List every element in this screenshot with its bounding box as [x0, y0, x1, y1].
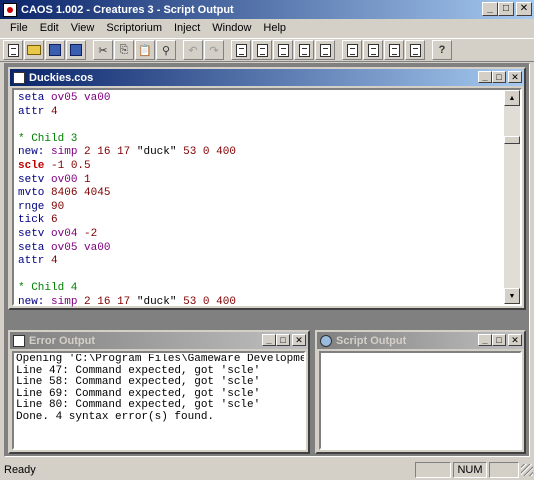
save-all-icon[interactable] [66, 40, 86, 60]
error-maximize-button[interactable]: □ [276, 334, 290, 346]
script-output-text-area[interactable] [319, 351, 522, 450]
code-line: mvto 8406 4045 [18, 187, 111, 200]
doc-tool-4-icon[interactable] [405, 40, 425, 60]
resize-grip[interactable] [521, 464, 533, 476]
script-output-title-bar[interactable]: Script Output _ □ ✕ [317, 332, 524, 349]
editor-window[interactable]: Duckies.cos _ □ ✕ seta ov05 va00 attr 4 *… [7, 66, 527, 311]
status-message: Ready [4, 464, 36, 476]
app-title: CAOS 1.002 - Creatures 3 - Script Output [21, 3, 234, 16]
copy-icon[interactable]: ⎘ [114, 40, 134, 60]
script-tool-3-icon[interactable] [273, 40, 293, 60]
doc-tool-3-icon[interactable] [384, 40, 404, 60]
menu-scriptorium[interactable]: Scriptorium [100, 22, 168, 34]
undo-icon[interactable]: ↶ [183, 40, 203, 60]
editor-title: Duckies.cos [29, 71, 94, 84]
open-folder-icon[interactable] [24, 40, 44, 60]
editor-maximize-button[interactable]: □ [492, 71, 506, 83]
code-line: seta ov05 va00 [18, 241, 111, 254]
status-bar: Ready NUM [0, 460, 534, 480]
scroll-down-icon[interactable]: ▼ [504, 288, 520, 304]
error-line: Opening 'C:\Program Files\Gameware Devel… [16, 354, 304, 365]
document-icon [13, 71, 25, 84]
app-title-bar: CAOS 1.002 - Creatures 3 - Script Output… [0, 0, 534, 19]
code-text[interactable]: seta ov05 va00 attr 4 * Child 3 new: simp … [18, 92, 504, 310]
doc-tool-1-icon[interactable] [342, 40, 362, 60]
script-close-button[interactable]: ✕ [508, 334, 522, 346]
doc-tool-2-icon[interactable] [363, 40, 383, 60]
code-line: new: simp 2 16 17 "duck" 53 0 400 [18, 295, 236, 308]
paste-icon[interactable]: 📋 [135, 40, 155, 60]
code-line: tick 6 [18, 214, 58, 227]
editor-minimize-button[interactable]: _ [478, 71, 492, 83]
status-panel-3 [489, 462, 519, 478]
error-output-window[interactable]: Error Output _ □ ✕ Opening 'C:\Program F… [7, 329, 311, 455]
code-line: rnge 90 [18, 200, 65, 213]
error-close-button[interactable]: ✕ [292, 334, 306, 346]
error-line: Done. 4 syntax error(s) found. [16, 410, 215, 423]
menu-help[interactable]: Help [257, 22, 292, 34]
find-icon[interactable]: ⚲ [156, 40, 176, 60]
save-icon[interactable] [45, 40, 65, 60]
scroll-up-icon[interactable]: ▲ [504, 90, 520, 106]
editor-close-button[interactable]: ✕ [508, 71, 522, 83]
script-output-window[interactable]: Script Output _ □ ✕ [314, 329, 527, 455]
script-tool-4-icon[interactable] [294, 40, 314, 60]
error-output-title: Error Output [29, 334, 95, 347]
code-line: * Child 4 [18, 282, 78, 295]
editor-vertical-scrollbar[interactable]: ▲ ▼ [504, 90, 520, 304]
app-icon[interactable] [3, 2, 17, 17]
close-button[interactable]: ✕ [516, 2, 532, 16]
code-line: * Child 3 [18, 132, 78, 145]
menu-bar: File Edit View Scriptorium Inject Window… [0, 19, 534, 37]
error-minimize-button[interactable]: _ [262, 334, 276, 346]
mdi-area: Duckies.cos _ □ ✕ seta ov05 va00 attr 4 *… [4, 63, 530, 457]
script-maximize-button[interactable]: □ [492, 334, 506, 346]
help-icon[interactable]: ? [432, 40, 452, 60]
minimize-button[interactable]: _ [482, 2, 498, 16]
script-minimize-button[interactable]: _ [478, 334, 492, 346]
maximize-button[interactable]: □ [498, 2, 514, 16]
code-line: setv ov04 -2 [18, 227, 98, 240]
menu-window[interactable]: Window [206, 22, 257, 34]
script-tool-2-icon[interactable] [252, 40, 272, 60]
error-output-lines: Opening 'C:\Program Files\Gameware Devel… [16, 354, 304, 424]
num-lock-indicator: NUM [453, 462, 487, 478]
editor-title-bar[interactable]: Duckies.cos _ □ ✕ [10, 69, 524, 86]
code-line: scle -1 0.5 [18, 159, 91, 172]
magnifier-icon [320, 334, 332, 347]
new-file-icon[interactable] [3, 40, 23, 60]
code-line: new: simp 2 16 17 "duck" 53 0 400 [18, 146, 236, 159]
error-output-title-bar[interactable]: Error Output _ □ ✕ [10, 332, 308, 349]
redo-icon[interactable]: ↷ [204, 40, 224, 60]
code-line: attr 4 [18, 105, 58, 118]
code-line: attr 4 [18, 255, 58, 268]
script-output-title: Script Output [336, 334, 407, 347]
code-line: seta ov05 va00 [18, 92, 111, 104]
menu-file[interactable]: File [4, 22, 34, 34]
script-tool-5-icon[interactable] [315, 40, 335, 60]
cut-icon[interactable]: ✂ [93, 40, 113, 60]
script-tool-1-icon[interactable] [231, 40, 251, 60]
menu-inject[interactable]: Inject [168, 22, 206, 34]
code-editor[interactable]: seta ov05 va00 attr 4 * Child 3 new: simp … [12, 88, 522, 308]
error-output-text-area[interactable]: Opening 'C:\Program Files\Gameware Devel… [12, 351, 306, 450]
code-line: setv ov00 1 [18, 173, 91, 186]
menu-edit[interactable]: Edit [34, 22, 65, 34]
menu-view[interactable]: View [65, 22, 101, 34]
status-panel-1 [415, 462, 451, 478]
scroll-thumb[interactable] [504, 136, 520, 144]
toolbar: ✂ ⎘ 📋 ⚲ ↶ ↷ ? [0, 38, 534, 62]
document-icon [13, 334, 25, 347]
